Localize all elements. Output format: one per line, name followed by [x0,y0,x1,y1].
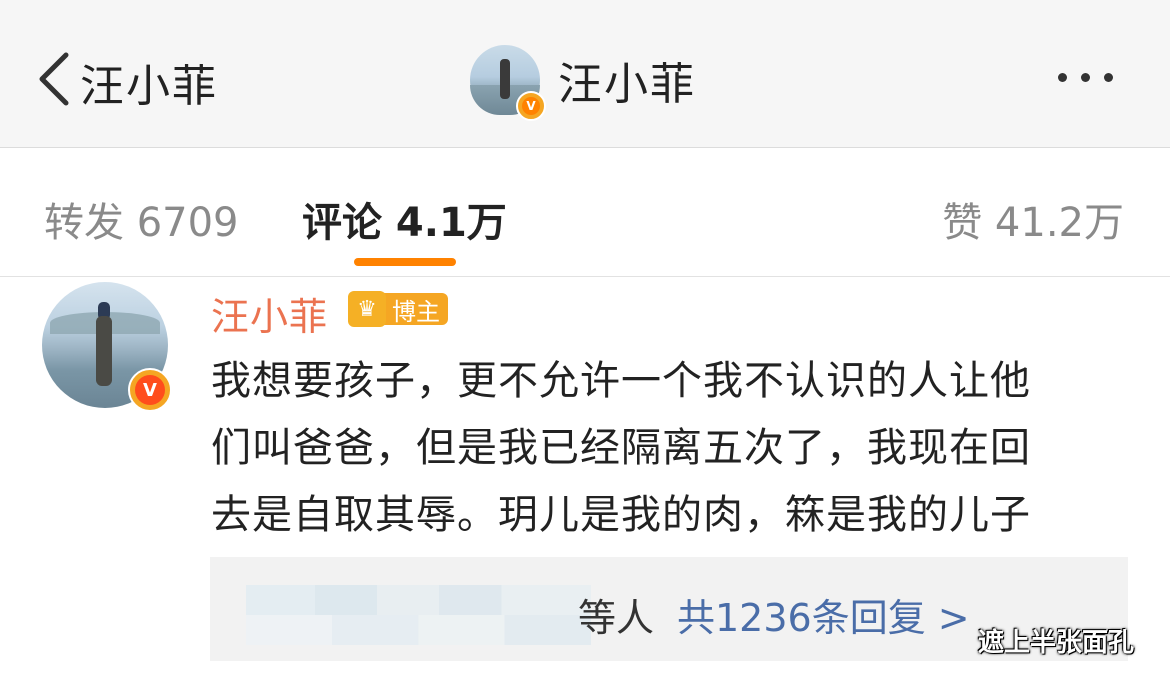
dot [1058,72,1067,82]
reply-suffix: 等人 [578,596,655,640]
avatar-photo-figure [500,59,510,99]
tab-comment[interactable]: 评论 4.1万 [302,190,507,248]
host-badge: ♛ 博主 [348,291,448,327]
crown-icon: ♛ [348,291,386,327]
watermark: 遮上半张面孔 [978,628,1135,658]
more-dots-icon[interactable] [1058,62,1138,92]
comment-avatar[interactable]: V [42,282,172,412]
tab-like[interactable]: 赞 41.2万 [942,190,1124,248]
comment-text: 我想要孩子，更不允许一个我不认识的人让他 们叫爸爸，但是我已经隔离五次了，我现在… [211,348,1141,549]
dot [1104,72,1113,82]
host-badge-label: 博主 [380,293,448,326]
tab-bar: 转发 6709 评论 4.1万 赞 41.2万 [0,148,1170,277]
tab-repost[interactable]: 转发 6709 [44,190,239,248]
dot [1081,72,1090,82]
verified-v-icon: V [516,91,546,121]
page-title: 汪小菲 [558,59,696,110]
chevron-left-icon [39,52,69,106]
verified-v-icon: V [128,368,172,412]
comment-line: 去是自取其辱。玥儿是我的肉，箖是我的儿子 [211,492,1031,538]
top-nav-bar: 汪小菲 V 汪小菲 [0,0,1170,148]
back-title[interactable]: 汪小菲 [80,50,218,114]
avatar[interactable]: V [470,45,546,121]
nav-profile[interactable]: V 汪小菲 [470,44,696,121]
comment-line: 们叫爸爸，但是我已经隔离五次了，我现在回 [211,425,1031,471]
comment-line: 我想要孩子，更不允许一个我不认识的人让他 [211,358,1031,404]
reply-count-link[interactable]: 共1236条回复 > [677,587,970,642]
blurred-names [246,585,591,645]
active-tab-indicator [354,258,456,266]
avatar-photo-person [96,316,112,386]
comment-user-name[interactable]: 汪小菲 [211,286,328,341]
